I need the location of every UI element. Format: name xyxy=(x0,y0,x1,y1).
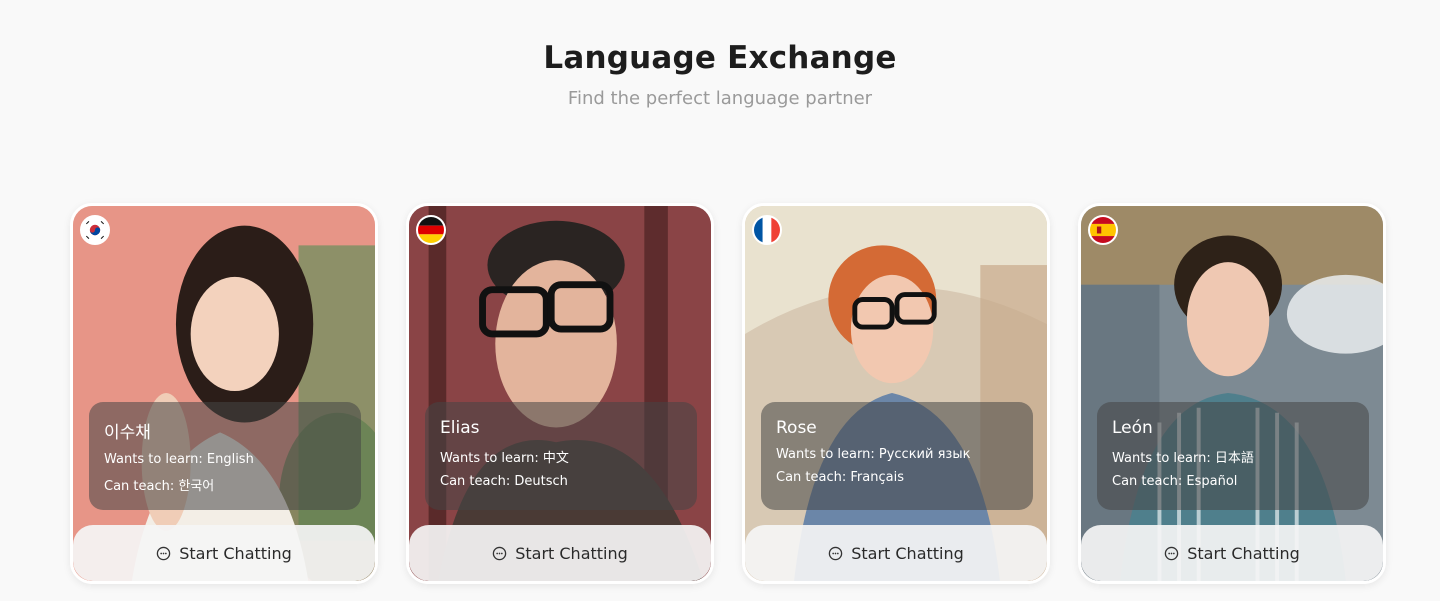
wants-to-learn: Wants to learn: 日本語 xyxy=(1112,447,1354,466)
start-chatting-button[interactable]: Start Chatting xyxy=(745,525,1047,581)
start-chatting-label: Start Chatting xyxy=(515,543,628,563)
wants-to-learn-label: Wants to learn: xyxy=(776,447,875,462)
start-chatting-label: Start Chatting xyxy=(851,543,964,563)
spain-flag-icon xyxy=(1088,215,1118,245)
wants-to-learn: Wants to learn: English xyxy=(104,452,346,467)
chat-bubble-icon xyxy=(492,546,507,560)
can-teach: Can teach: Español xyxy=(1112,474,1354,489)
start-chatting-label: Start Chatting xyxy=(1187,543,1300,563)
start-chatting-button[interactable]: Start Chatting xyxy=(1081,525,1383,581)
chat-bubble-icon xyxy=(828,546,843,560)
wants-to-learn-value: 中文 xyxy=(542,451,569,466)
can-teach-value: 한국어 xyxy=(178,479,215,494)
can-teach: Can teach: Français xyxy=(776,470,1018,485)
page-title: Language Exchange xyxy=(543,40,897,76)
can-teach-label: Can teach: xyxy=(104,479,175,494)
can-teach-label: Can teach: xyxy=(440,474,511,489)
germany-flag-icon xyxy=(416,215,446,245)
wants-to-learn-value: 日本語 xyxy=(1214,451,1254,466)
partner-info-panel: Elias Wants to learn: 中文 Can teach: Deut… xyxy=(425,402,697,510)
partner-info-panel: León Wants to learn: 日本語 Can teach: Espa… xyxy=(1097,402,1369,510)
wants-to-learn: Wants to learn: Русский язык xyxy=(776,447,1018,462)
page-header: Language Exchange Find the perfect langu… xyxy=(0,40,1440,109)
start-chatting-button[interactable]: Start Chatting xyxy=(73,525,375,581)
partner-card[interactable]: Elias Wants to learn: 中文 Can teach: Deut… xyxy=(406,203,714,584)
partner-name: 이수채 xyxy=(104,423,151,443)
partner-name: León xyxy=(1112,418,1153,438)
partner-card[interactable]: León Wants to learn: 日本語 Can teach: Espa… xyxy=(1078,203,1386,584)
can-teach-label: Can teach: xyxy=(1112,474,1183,489)
can-teach-value: Deutsch xyxy=(514,474,568,489)
wants-to-learn: Wants to learn: 中文 xyxy=(440,447,682,466)
partner-card[interactable]: Rose Wants to learn: Русский язык Can te… xyxy=(742,203,1050,584)
partner-info-panel: Rose Wants to learn: Русский язык Can te… xyxy=(761,402,1033,510)
partner-card[interactable]: 이수채 Wants to learn: English Can teach: 한… xyxy=(70,203,378,584)
wants-to-learn-value: Русский язык xyxy=(878,447,971,462)
wants-to-learn-label: Wants to learn: xyxy=(104,452,203,467)
can-teach: Can teach: Deutsch xyxy=(440,474,682,489)
france-flag-icon xyxy=(752,215,782,245)
can-teach: Can teach: 한국어 xyxy=(104,475,346,494)
can-teach-label: Can teach: xyxy=(776,470,847,485)
can-teach-value: Español xyxy=(1186,474,1238,489)
can-teach-value: Français xyxy=(850,470,904,485)
south-korea-flag-icon xyxy=(80,215,110,245)
partner-name: Rose xyxy=(776,418,817,438)
wants-to-learn-value: English xyxy=(206,452,254,467)
partner-name: Elias xyxy=(440,418,480,438)
partner-info-panel: 이수채 Wants to learn: English Can teach: 한… xyxy=(89,402,361,510)
start-chatting-button[interactable]: Start Chatting xyxy=(409,525,711,581)
start-chatting-label: Start Chatting xyxy=(179,543,292,563)
page-subtitle: Find the perfect language partner xyxy=(567,88,873,109)
wants-to-learn-label: Wants to learn: xyxy=(440,451,539,466)
wants-to-learn-label: Wants to learn: xyxy=(1112,451,1211,466)
chat-bubble-icon xyxy=(1164,546,1179,560)
chat-bubble-icon xyxy=(156,546,171,560)
